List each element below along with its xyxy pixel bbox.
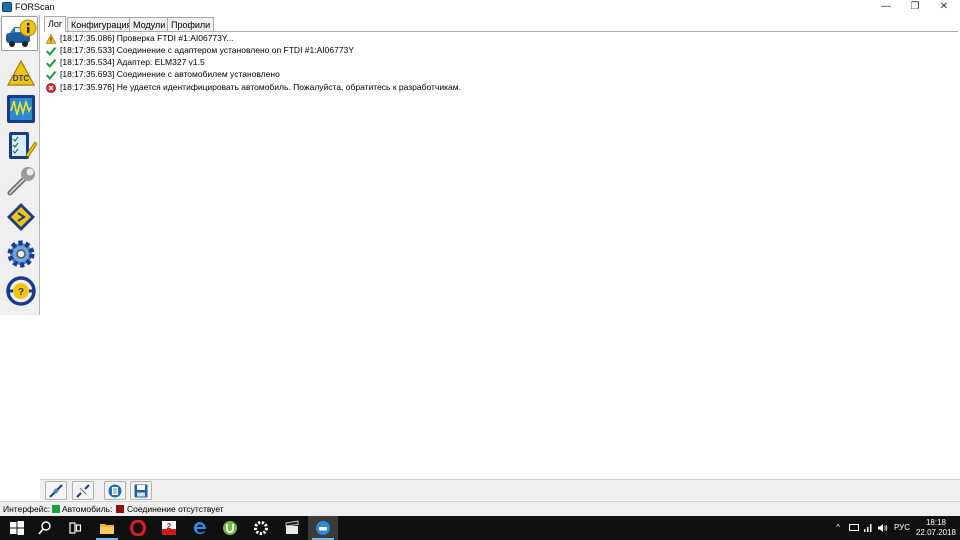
sidebar-item-help[interactable]: ? [1,273,38,308]
svg-text:?: ? [18,287,24,298]
tab-log[interactable]: Лог [44,16,67,32]
checkmark-icon [46,58,56,68]
vehicle-label: Автомобиль: [62,504,113,514]
network-icon [864,524,872,532]
taskbar-edge[interactable] [185,516,215,540]
error-icon [46,83,56,93]
sidebar-item-vehicle-info[interactable] [1,16,38,51]
help-steering-wheel-icon: ? [6,276,36,306]
taskbar-settings[interactable] [246,516,276,540]
sticker-app-icon: 2 [162,521,176,535]
connection-status: Соединение отсутствует [127,504,224,514]
utorrent-icon [223,521,237,535]
forscan-app-icon [316,521,330,535]
checkmark-icon [46,70,56,80]
disconnect-button[interactable] [72,481,94,500]
svg-text:2: 2 [167,522,172,531]
clear-log-icon [108,484,122,498]
svg-text:DTC: DTC [13,74,30,83]
task-view-icon [69,522,82,534]
opera-icon [130,520,146,536]
vehicle-status-indicator [116,505,124,513]
minimize-button[interactable]: — [871,0,901,15]
status-bar: Интерфейс: Автомобиль: Соединение отсутс… [0,501,960,516]
sidebar-item-service[interactable] [1,163,38,198]
windows-start-icon [10,521,24,535]
clear-log-button[interactable] [104,481,126,500]
tab-modules[interactable]: Модули [129,17,170,32]
tray-network-icon[interactable] [862,516,874,540]
sidebar-item-tests[interactable] [1,127,38,162]
taskbar-utorrent[interactable] [215,516,245,540]
taskbar-file-explorer[interactable] [92,516,122,540]
log-text: [18:17:35.976] Не удается идентифицирова… [60,82,461,92]
app-icon [2,2,12,12]
tray-volume-icon[interactable] [876,516,889,540]
monitor-icon [849,524,859,531]
info-icon [6,19,37,47]
bottom-toolbar [40,479,960,500]
chip-icon [7,203,35,231]
search-button[interactable] [30,516,60,540]
tray-monitor-icon[interactable] [848,516,860,540]
window-title: FORScan [15,2,55,12]
title-bar: FORScan — ❐ ✕ [0,0,960,15]
sidebar-item-dtc[interactable]: DTC [1,55,38,90]
checklist-icon [9,132,38,159]
tray-clock[interactable]: 18:18 22.07.2018 [915,518,957,538]
clock-date: 22.07.2018 [915,528,957,537]
close-button[interactable]: ✕ [929,0,959,15]
checkmark-icon [46,46,56,56]
interface-label: Интерфейс: [3,504,51,514]
log-text: [18:17:35.533] Соединение с адаптером ус… [60,45,354,55]
taskbar: 2 ^ РУС 18:18 22.07.2018 [0,516,960,540]
sidebar-item-oscilloscope[interactable] [1,91,38,126]
wrench-icon [7,167,35,196]
task-view-button[interactable] [60,516,90,540]
movie-clapper-icon [285,520,299,534]
warning-icon [46,34,56,44]
interface-status-indicator [52,505,60,513]
log-text: [18:17:35.086] Проверка FTDI #1:AI06773Y… [60,33,234,43]
dtc-icon: DTC [6,59,36,86]
disconnect-icon [76,484,90,498]
sidebar: DTC ? [0,15,40,315]
start-button[interactable] [2,516,32,540]
save-icon [134,484,148,498]
log-text: [18:17:35.534] Адаптер: ELM327 v1.5 [60,57,205,67]
file-explorer-icon [100,524,114,534]
oscilloscope-icon [7,95,35,123]
tab-profiles[interactable]: Профили [167,17,215,32]
sidebar-item-programming[interactable] [1,199,38,234]
connect-icon [49,484,63,498]
taskbar-sticker-app[interactable]: 2 [154,516,184,540]
log-panel: [18:17:35.086] Проверка FTDI #1:AI06773Y… [44,31,958,479]
maximize-button[interactable]: ❐ [900,0,930,15]
gear-icon [7,240,35,268]
tab-configuration[interactable]: Конфигурация [67,17,136,32]
volume-icon [878,524,888,532]
settings-gear-icon [254,521,268,535]
clock-time: 18:18 [925,518,947,527]
log-text: [18:17:35.693] Соединение с автомобилем … [60,69,280,79]
search-icon [38,521,51,535]
taskbar-opera[interactable] [123,516,153,540]
taskbar-forscan[interactable] [308,516,338,540]
save-log-button[interactable] [130,481,152,500]
edge-icon [194,522,206,534]
sidebar-item-settings[interactable] [1,236,38,271]
tray-overflow-button[interactable]: ^ [831,516,845,540]
taskbar-movie-maker[interactable] [277,516,307,540]
tray-language[interactable]: РУС [892,516,912,540]
connect-button[interactable] [45,481,67,500]
